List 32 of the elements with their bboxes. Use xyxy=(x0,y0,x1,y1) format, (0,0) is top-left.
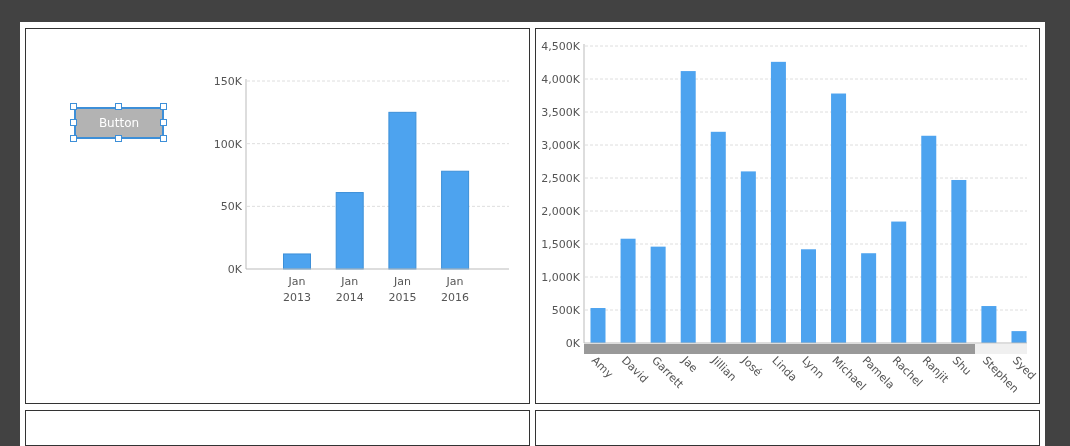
tick-label: 4,000K xyxy=(541,73,580,86)
category-label: Jan 2015 xyxy=(388,275,417,304)
resize-handle[interactable] xyxy=(70,119,77,126)
tick-label: 3,500K xyxy=(541,106,580,119)
category-label: Jan 2016 xyxy=(441,275,470,304)
category-label: Jan 2013 xyxy=(283,275,311,304)
resize-handle[interactable] xyxy=(70,135,77,142)
bar xyxy=(590,308,606,343)
tick-label: 1,000K xyxy=(541,271,580,284)
resize-handle[interactable] xyxy=(160,103,167,110)
bar xyxy=(1011,331,1027,343)
category-label: Jan 2014 xyxy=(335,275,364,304)
bar xyxy=(283,253,311,270)
tick-label: 50K xyxy=(220,200,242,214)
tick-label: 150K xyxy=(213,75,242,88)
tick-label: 2,000K xyxy=(541,205,580,218)
resize-handle[interactable] xyxy=(70,103,77,110)
bar xyxy=(981,306,997,343)
resize-handle[interactable] xyxy=(160,119,167,126)
resize-handle[interactable] xyxy=(160,135,167,142)
resize-handle[interactable] xyxy=(115,103,122,110)
tick-label: 1,500K xyxy=(541,238,580,251)
tick-label: 2,500K xyxy=(541,172,580,185)
button[interactable]: Button xyxy=(74,107,164,139)
tick-label: 0K xyxy=(227,263,242,276)
tick-label: 3,000K xyxy=(541,139,580,152)
tick-label: 100K xyxy=(213,137,242,151)
resize-handle[interactable] xyxy=(115,135,122,142)
tick-label: 0K xyxy=(565,337,580,350)
scrollbar-thumb[interactable] xyxy=(584,344,975,354)
tick-label: 4,500K xyxy=(541,40,580,53)
tick-label: 500K xyxy=(551,304,580,317)
